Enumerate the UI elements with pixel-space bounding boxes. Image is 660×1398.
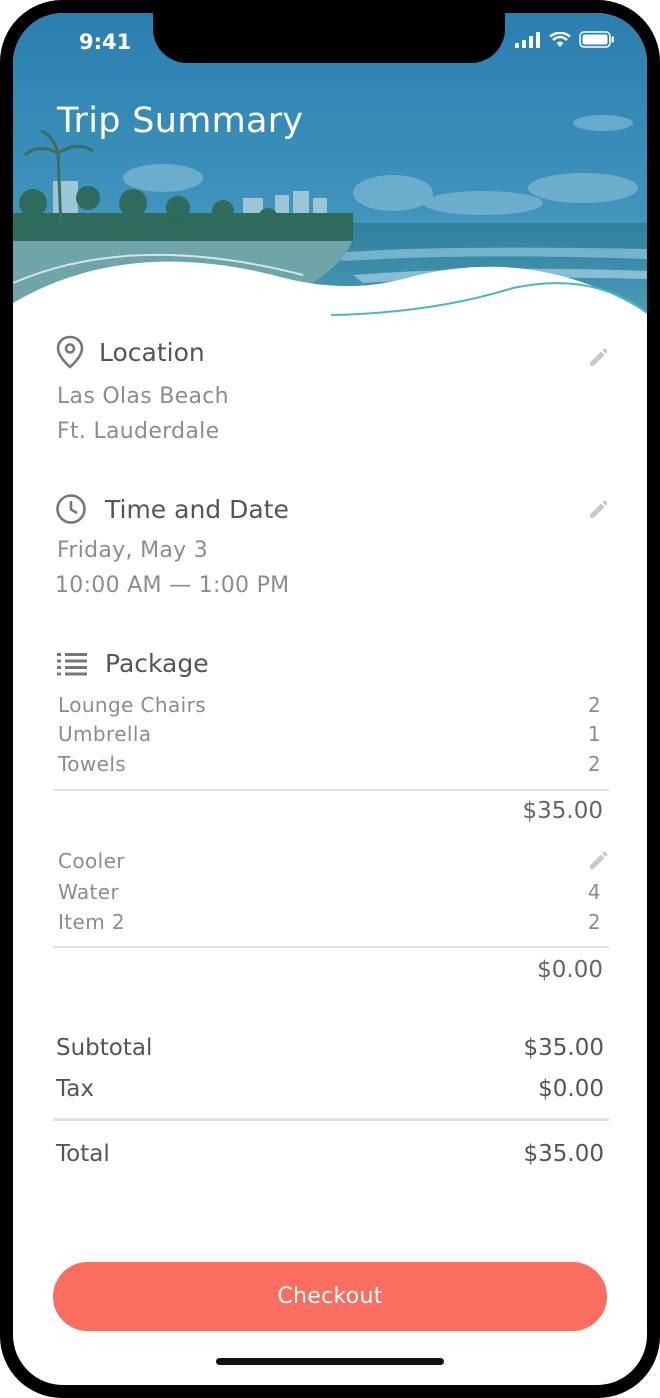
- home-indicator[interactable]: [216, 1358, 444, 1365]
- divider: [53, 1118, 609, 1121]
- time-section-header: Time and Date: [55, 493, 289, 525]
- screen: 9:41 Trip Summary Location Las Olas Beac…: [13, 13, 647, 1385]
- subtotal-value: $35.00: [523, 1035, 604, 1061]
- trip-time-range: 10:00 AM — 1:00 PM: [55, 573, 290, 598]
- phone-frame: 9:41 Trip Summary Location Las Olas Beac…: [0, 0, 660, 1398]
- subtotal-row: Subtotal $35.00: [56, 1035, 604, 1061]
- cooler-price: $0.00: [537, 957, 603, 983]
- package-heading: Package: [105, 649, 209, 678]
- checkout-button[interactable]: Checkout: [53, 1262, 607, 1331]
- total-value: $35.00: [523, 1141, 604, 1167]
- edit-time-icon[interactable]: [587, 499, 609, 521]
- subtotal-label: Subtotal: [56, 1035, 153, 1061]
- device-notch: [153, 13, 505, 63]
- battery-icon: [579, 31, 614, 48]
- package-section-header: Package: [57, 649, 209, 678]
- cooler-item-qty: 4: [587, 880, 601, 904]
- package-item-name: Umbrella: [58, 722, 152, 746]
- package-item-row: Lounge Chairs 2: [58, 693, 601, 717]
- package-item-qty: 1: [587, 722, 601, 746]
- package-item-row: Towels 2: [58, 752, 601, 776]
- edit-cooler-icon[interactable]: [587, 850, 609, 872]
- package-item-name: Lounge Chairs: [58, 693, 207, 717]
- divider: [53, 789, 609, 791]
- page-title: Trip Summary: [57, 101, 304, 141]
- location-line-2: Ft. Lauderdale: [57, 419, 220, 444]
- location-pin-icon: [56, 335, 84, 369]
- total-row: Total $35.00: [56, 1141, 604, 1167]
- cooler-item-name: Water: [58, 880, 120, 904]
- edit-location-icon[interactable]: [587, 347, 609, 369]
- package-item-name: Towels: [58, 752, 127, 776]
- cooler-title: Cooler: [58, 849, 125, 873]
- status-time: 9:41: [79, 30, 132, 54]
- total-label: Total: [56, 1141, 110, 1167]
- location-heading: Location: [99, 337, 205, 367]
- package-price: $35.00: [522, 798, 603, 824]
- clock-icon: [56, 494, 86, 524]
- location-section-header: Location: [55, 335, 205, 369]
- tax-value: $0.00: [538, 1076, 604, 1102]
- location-line-1: Las Olas Beach: [57, 384, 229, 409]
- time-date-heading: Time and Date: [105, 494, 289, 524]
- package-item-qty: 2: [587, 752, 601, 776]
- signal-icon: [515, 31, 540, 48]
- wifi-icon: [549, 31, 571, 47]
- cooler-item-row: Water 4: [58, 880, 601, 904]
- cooler-title-row: Cooler: [58, 849, 601, 873]
- cooler-item-qty: 2: [587, 910, 601, 934]
- trip-date: Friday, May 3: [57, 538, 209, 563]
- status-icons: [515, 31, 615, 48]
- list-icon: [57, 652, 87, 675]
- package-item-row: Umbrella 1: [58, 722, 601, 746]
- tax-label: Tax: [56, 1076, 94, 1102]
- cooler-item-name: Item 2: [58, 910, 126, 934]
- divider: [53, 946, 609, 948]
- package-item-qty: 2: [587, 693, 601, 717]
- cooler-item-row: Item 2 2: [58, 910, 601, 934]
- tax-row: Tax $0.00: [56, 1076, 604, 1102]
